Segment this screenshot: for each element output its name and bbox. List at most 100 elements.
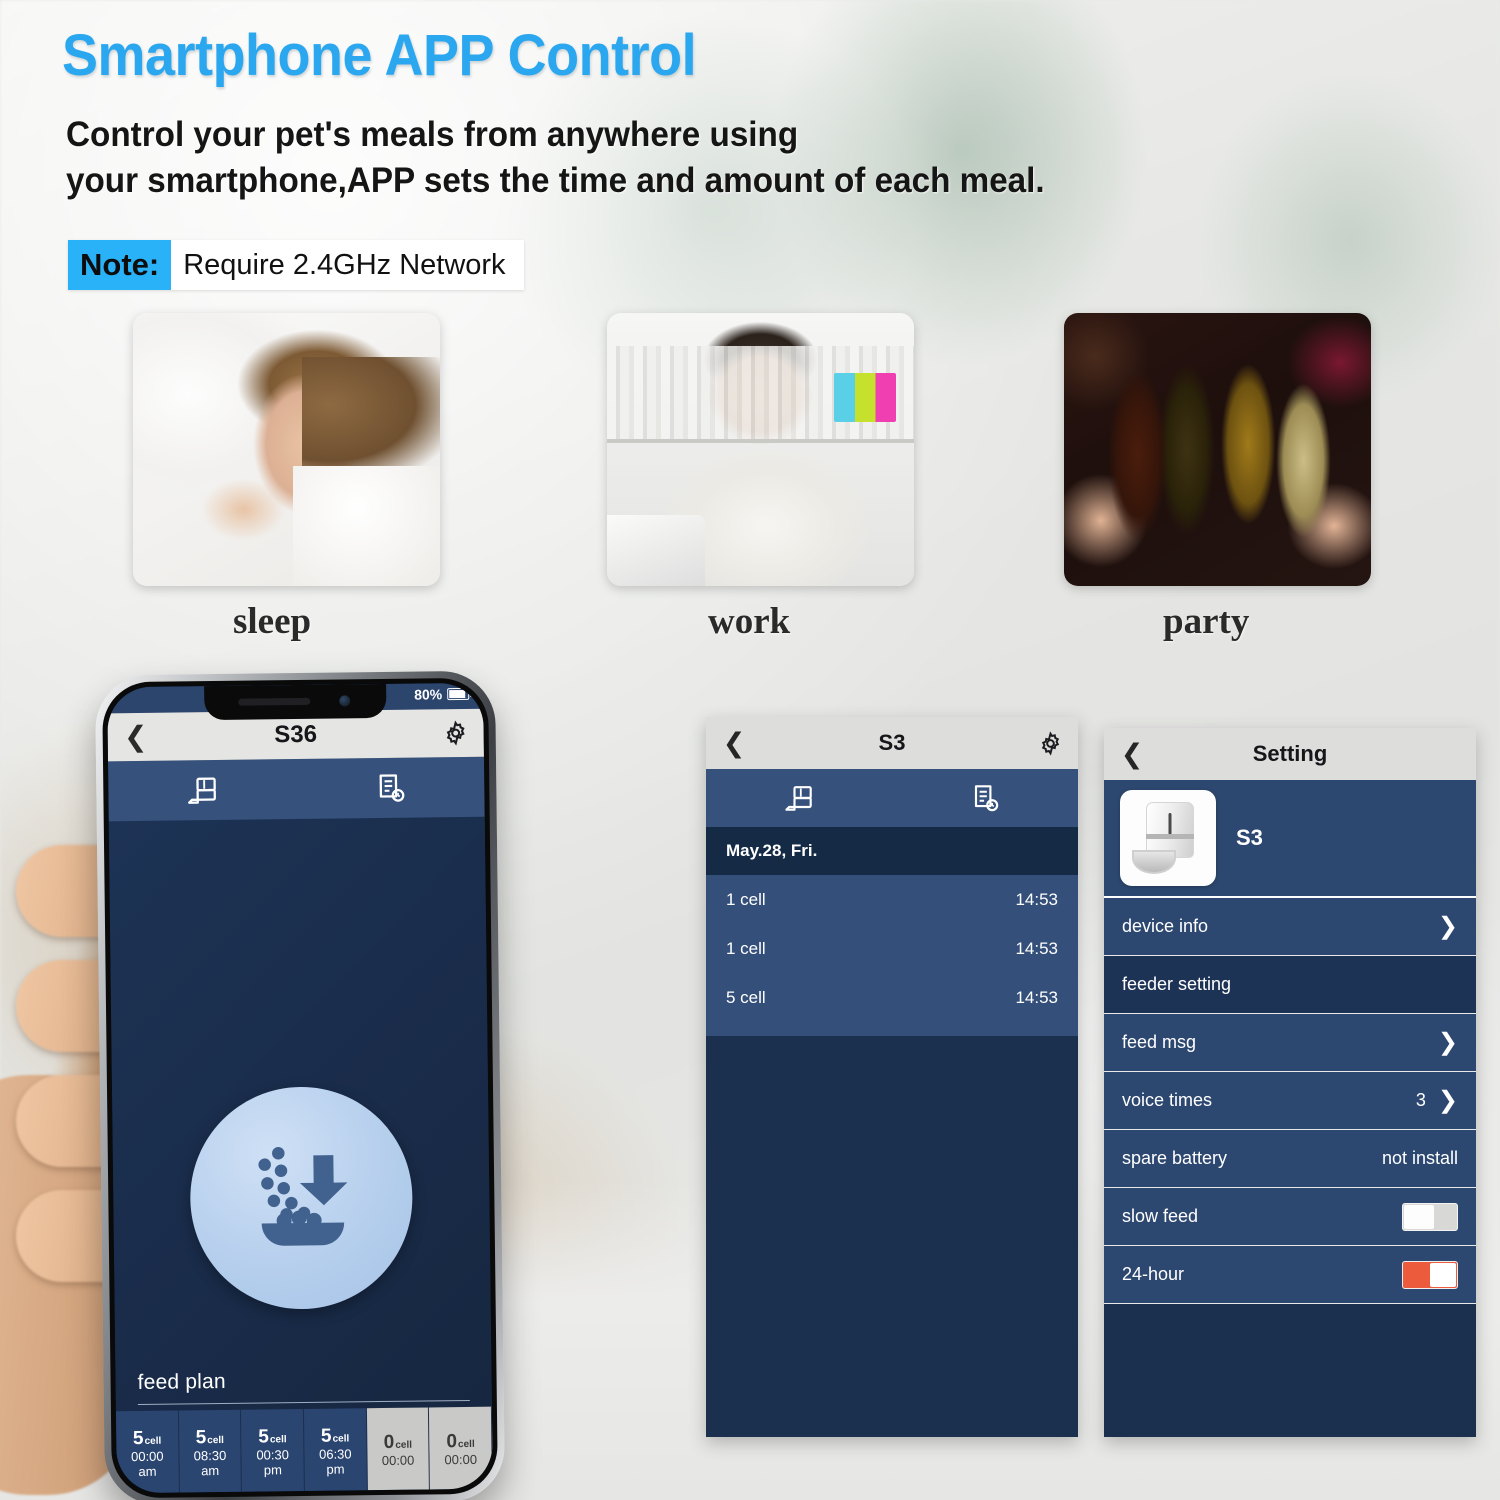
settings-row-label: voice times (1122, 1090, 1213, 1110)
record-row[interactable]: 1 cell 14:53 (706, 875, 1078, 924)
settings-row-voice-times[interactable]: voice times 3 ❯ (1104, 1072, 1476, 1130)
feed-plan-cell[interactable]: 0cell 00:00 (366, 1407, 431, 1491)
page-subtitle: Control your pet's meals from anywhere u… (66, 112, 1045, 204)
phone-tabbar (107, 756, 485, 822)
feeder-tab[interactable] (706, 780, 892, 816)
records-list-filler (706, 1022, 1078, 1036)
feed-plan-amount-number: 0 (383, 1432, 395, 1454)
battery-icon (447, 687, 470, 701)
device-name: S3 (1236, 825, 1263, 850)
feed-plan-label: feed plan (137, 1369, 226, 1395)
note-badge: Note: Require 2.4GHz Network (68, 240, 524, 290)
settings-row-control (1402, 1260, 1458, 1289)
feed-plan-amount: 5cell (195, 1427, 225, 1449)
gear-icon[interactable] (428, 720, 484, 747)
settings-row-label: spare battery (1122, 1148, 1228, 1168)
note-text: Require 2.4GHz Network (171, 240, 524, 290)
records-date-header: May.28, Fri. (706, 827, 1078, 875)
settings-row-label: slow feed (1122, 1206, 1199, 1226)
records-panel: ❮ S3 May.28, Fri. 1 cell 14:53 1 cell 14… (706, 717, 1078, 1437)
pet-feeder-icon (1120, 790, 1216, 886)
subtitle-line-1: Control your pet's meals from anywhere u… (66, 115, 799, 154)
feed-plan-amount-number: 5 (320, 1425, 332, 1447)
settings-row-label: device info (1122, 916, 1209, 936)
settings-row-label: feed msg (1122, 1032, 1197, 1052)
subtitle-line-2: your smartphone,APP sets the time and am… (66, 161, 1045, 201)
feed-plan-amount-unit: cell (332, 1433, 350, 1445)
party-caption: party (1163, 601, 1250, 642)
feed-plan-cell[interactable]: 0cell 00:00 (429, 1406, 493, 1490)
records-tab[interactable] (296, 768, 484, 808)
settings-list-filler (1104, 1304, 1476, 1434)
gear-icon[interactable] (1022, 730, 1078, 756)
settings-row-control: ❯ (1438, 1030, 1458, 1055)
settings-row-value: not install (1381, 1148, 1458, 1168)
settings-row-control: ❯ (1438, 914, 1458, 939)
feed-plan-amount: 5cell (320, 1425, 350, 1447)
settings-row-24-hour[interactable]: 24-hour (1104, 1246, 1476, 1304)
feed-plan-amount: 5cell (258, 1426, 287, 1448)
chevron-right-icon[interactable]: ❯ (1438, 1088, 1458, 1113)
settings-row-slow-feed[interactable]: slow feed (1104, 1188, 1476, 1246)
records-tabbar (706, 769, 1078, 827)
settings-row-value: 3 (1415, 1090, 1426, 1110)
feed-plan-cell[interactable]: 5cell 08:30 am (178, 1409, 243, 1493)
settings-row-label: 24-hour (1122, 1264, 1185, 1284)
smartphone: 80% ❮ S36 feed plan 5cell 00:00 am 5cell… (94, 670, 506, 1500)
record-row[interactable]: 1 cell 14:53 (706, 924, 1078, 973)
back-chevron-icon[interactable]: ❮ (1104, 740, 1160, 768)
feed-plan-amount-unit: cell (207, 1434, 225, 1447)
records-appbar-title: S3 (878, 730, 906, 755)
phone-appbar-title: S36 (274, 720, 318, 749)
chevron-right-icon[interactable]: ❯ (1438, 914, 1458, 939)
feed-plan-amount: 0cell (383, 1432, 413, 1454)
settings-panel: ❮ Setting S3 device info ❯ feeder setting f… (1104, 728, 1476, 1437)
feed-plan-amount: 5cell (133, 1428, 162, 1449)
feed-plan-amount-number: 5 (258, 1426, 270, 1448)
feed-now-icon (258, 1147, 348, 1246)
feed-plan-amount: 0cell (446, 1431, 475, 1453)
record-row[interactable]: 5 cell 14:53 (706, 973, 1078, 1022)
feed-plan-cell[interactable]: 5cell 00:00 am (115, 1410, 180, 1494)
feed-plan-divider (137, 1399, 470, 1406)
settings-row-label: feeder setting (1122, 974, 1232, 994)
feed-plan-amount-unit: cell (269, 1434, 287, 1446)
feed-plan-row: 5cell 00:00 am 5cell 08:30 am 5cell 00:30 pm 5cel… (115, 1406, 493, 1494)
phone-screen: 80% ❮ S36 feed plan 5cell 00:00 am 5cell… (107, 682, 493, 1494)
settings-row-control: 3 ❯ (1415, 1088, 1458, 1113)
feed-plan-time: 08:30 am (193, 1447, 227, 1478)
device-header[interactable]: S3 (1104, 780, 1476, 898)
feeder-tab[interactable] (108, 770, 296, 810)
settings-toggle[interactable] (1402, 1260, 1458, 1289)
chevron-right-icon[interactable]: ❯ (1438, 1030, 1458, 1055)
feed-plan-amount-number: 0 (446, 1431, 458, 1453)
feed-plan-cell[interactable]: 5cell 06:30 pm (303, 1408, 368, 1491)
page-title: Smartphone APP Control (62, 23, 697, 88)
feed-plan-cell[interactable]: 5cell 00:30 pm (241, 1408, 305, 1492)
settings-row-spare-battery[interactable]: spare battery not install (1104, 1130, 1476, 1188)
settings-row-device-info[interactable]: device info ❯ (1104, 898, 1476, 956)
record-amount: 1 cell (726, 889, 766, 909)
record-amount: 5 cell (726, 987, 766, 1007)
feed-plan-time: 06:30 pm (318, 1446, 352, 1477)
back-chevron-icon[interactable]: ❮ (108, 721, 164, 752)
feed-plan-amount-unit: cell (395, 1439, 413, 1452)
records-tab[interactable] (892, 780, 1078, 816)
settings-row-feeder-setting[interactable]: feeder setting (1104, 956, 1476, 1014)
phone-in-hand: 80% ❮ S36 feed plan 5cell 00:00 am 5cell… (0, 655, 518, 1500)
feed-now-button[interactable] (188, 1085, 414, 1311)
settings-row-control: not install (1382, 1148, 1458, 1169)
record-amount: 1 cell (726, 938, 766, 958)
settings-row-feed-msg[interactable]: feed msg ❯ (1104, 1014, 1476, 1072)
record-time: 14:53 (1015, 889, 1058, 909)
feed-plan-amount-unit: cell (144, 1435, 162, 1447)
back-chevron-icon[interactable]: ❮ (706, 729, 762, 757)
records-appbar: ❮ S3 (706, 717, 1078, 769)
feed-plan-amount-unit: cell (457, 1439, 475, 1451)
feed-plan-time: 00:00 am (130, 1448, 164, 1479)
feed-plan-amount-number: 5 (195, 1427, 207, 1449)
settings-list: device info ❯ feeder setting feed msg ❯ voice… (1104, 898, 1476, 1304)
work-photo (607, 313, 914, 586)
feed-plan-time: 00:00 (381, 1452, 415, 1469)
settings-toggle[interactable] (1402, 1202, 1458, 1231)
